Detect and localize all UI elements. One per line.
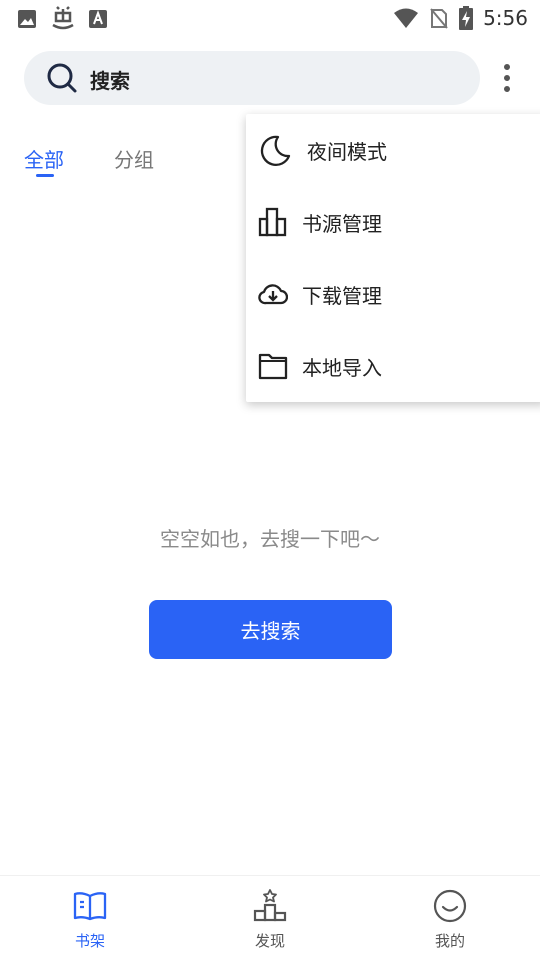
status-time: 5:56 bbox=[483, 6, 528, 30]
menu-item-night-mode[interactable]: 夜间模式 bbox=[246, 114, 540, 186]
nav-item-profile[interactable]: 我的 bbox=[390, 876, 510, 961]
bottom-navigation: 书架 发现 我的 bbox=[0, 875, 540, 961]
more-dot-icon bbox=[504, 64, 510, 70]
bookshelf-icon bbox=[73, 892, 107, 921]
book-source-icon bbox=[258, 207, 287, 237]
moon-icon bbox=[260, 135, 291, 166]
search-label: 搜索 bbox=[90, 69, 130, 93]
go-search-button[interactable]: 去搜索 bbox=[149, 600, 392, 659]
search-icon bbox=[47, 63, 77, 93]
discover-icon bbox=[253, 889, 287, 922]
battery-charging-icon bbox=[459, 6, 474, 30]
nav-label: 书架 bbox=[74, 932, 105, 950]
more-options-button[interactable] bbox=[492, 60, 522, 96]
image-icon bbox=[18, 10, 36, 28]
menu-item-label: 本地导入 bbox=[302, 355, 382, 380]
menu-item-label: 书源管理 bbox=[302, 211, 382, 236]
nav-label: 发现 bbox=[254, 932, 285, 950]
profile-icon bbox=[433, 889, 467, 923]
nav-item-discover[interactable]: 发现 bbox=[210, 876, 330, 961]
empty-state-message: 空空如也，去搜一下吧～ bbox=[160, 527, 380, 551]
nav-item-bookshelf[interactable]: 书架 bbox=[30, 876, 150, 961]
menu-item-label: 夜间模式 bbox=[307, 139, 387, 164]
status-bar: 5:56 bbox=[0, 0, 540, 36]
menu-item-local-import[interactable]: 本地导入 bbox=[246, 330, 540, 402]
menu-item-download[interactable]: 下载管理 bbox=[246, 258, 540, 330]
more-dot-icon bbox=[504, 75, 510, 81]
bug-icon bbox=[52, 6, 74, 30]
search-bar[interactable]: 搜索 bbox=[24, 51, 480, 105]
menu-item-label: 下载管理 bbox=[302, 283, 382, 308]
tab-all[interactable]: 全部 bbox=[24, 144, 64, 173]
tab-active-indicator bbox=[36, 174, 54, 177]
status-bar-left bbox=[16, 6, 108, 32]
wifi-icon bbox=[394, 8, 419, 28]
more-dot-icon bbox=[504, 86, 510, 92]
text-a-icon bbox=[89, 10, 107, 28]
folder-icon bbox=[258, 353, 288, 380]
overflow-menu: 夜间模式 书源管理 下载管理 本地导入 bbox=[246, 114, 540, 402]
status-bar-right: 5:56 bbox=[393, 6, 528, 30]
nav-label: 我的 bbox=[434, 932, 465, 950]
menu-item-book-source[interactable]: 书源管理 bbox=[246, 186, 540, 258]
no-sim-icon bbox=[430, 8, 448, 29]
cloud-download-icon bbox=[258, 284, 288, 305]
tab-group[interactable]: 分组 bbox=[114, 144, 154, 173]
